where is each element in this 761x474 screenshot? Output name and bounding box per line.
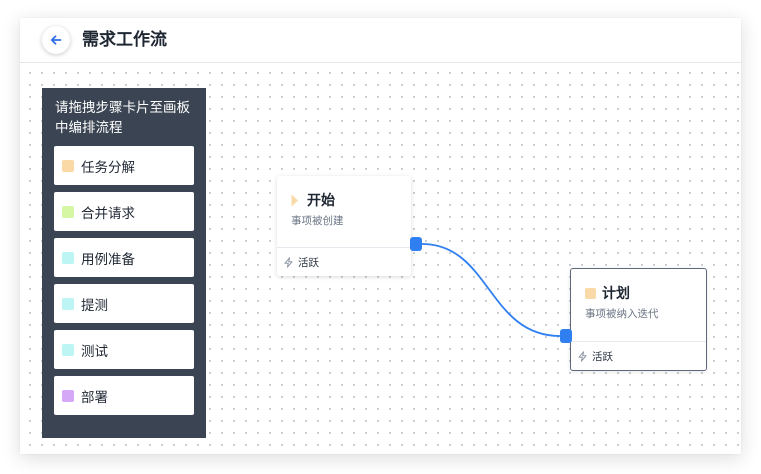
triangle-marker-icon xyxy=(291,194,298,206)
color-swatch xyxy=(62,297,74,310)
node-start[interactable]: 开始 事项被创建 活跃 xyxy=(277,176,411,276)
color-swatch xyxy=(62,205,74,218)
palette-item-submit-test[interactable]: 提测 xyxy=(54,284,194,323)
lightning-icon xyxy=(578,350,587,362)
status-label: 活跃 xyxy=(298,256,319,269)
page-title: 需求工作流 xyxy=(82,30,167,50)
workflow-window: 需求工作流 请拖拽步骤卡片至画板中编排流程 任务分解 合并请求 用例准备 提测 xyxy=(20,18,741,454)
node-title: 开始 xyxy=(307,193,335,209)
status-label: 活跃 xyxy=(592,350,613,363)
node-description: 事项被纳入迭代 xyxy=(585,308,659,320)
palette-item-label: 部署 xyxy=(81,389,108,406)
color-swatch xyxy=(62,251,74,264)
color-swatch xyxy=(62,343,74,356)
arrow-left-icon xyxy=(50,35,62,45)
node-title: 计划 xyxy=(602,286,630,302)
palette-item-label: 提测 xyxy=(81,297,108,314)
palette-item-label: 任务分解 xyxy=(81,159,135,176)
palette-item-label: 测试 xyxy=(81,343,108,360)
output-port[interactable] xyxy=(410,237,422,251)
palette-item-deploy[interactable]: 部署 xyxy=(54,376,194,415)
back-button[interactable] xyxy=(42,26,70,54)
palette-item-merge-request[interactable]: 合并请求 xyxy=(54,192,194,231)
lightning-icon xyxy=(284,256,293,268)
node-plan[interactable]: 计划 事项被纳入迭代 活跃 xyxy=(570,268,707,371)
palette-item-testing[interactable]: 测试 xyxy=(54,330,194,369)
workflow-canvas[interactable]: 请拖拽步骤卡片至画板中编排流程 任务分解 合并请求 用例准备 提测 测试 部署 … xyxy=(20,63,741,454)
page-header: 需求工作流 xyxy=(20,18,741,63)
step-palette: 请拖拽步骤卡片至画板中编排流程 任务分解 合并请求 用例准备 提测 测试 部署 xyxy=(42,88,206,438)
connection-edge-start-to-plan[interactable] xyxy=(421,243,561,337)
node-description: 事项被创建 xyxy=(291,215,344,227)
palette-item-label: 用例准备 xyxy=(81,251,135,268)
palette-item-case-prep[interactable]: 用例准备 xyxy=(54,238,194,277)
input-port[interactable] xyxy=(560,329,572,343)
color-swatch xyxy=(62,389,74,402)
palette-hint: 请拖拽步骤卡片至画板中编排流程 xyxy=(55,100,190,136)
palette-item-task-breakdown[interactable]: 任务分解 xyxy=(54,146,194,185)
node-status: 活跃 xyxy=(277,247,411,276)
node-status: 活跃 xyxy=(571,341,706,370)
palette-item-label: 合并请求 xyxy=(81,205,135,222)
color-swatch xyxy=(62,159,74,172)
square-marker-icon xyxy=(585,287,596,299)
